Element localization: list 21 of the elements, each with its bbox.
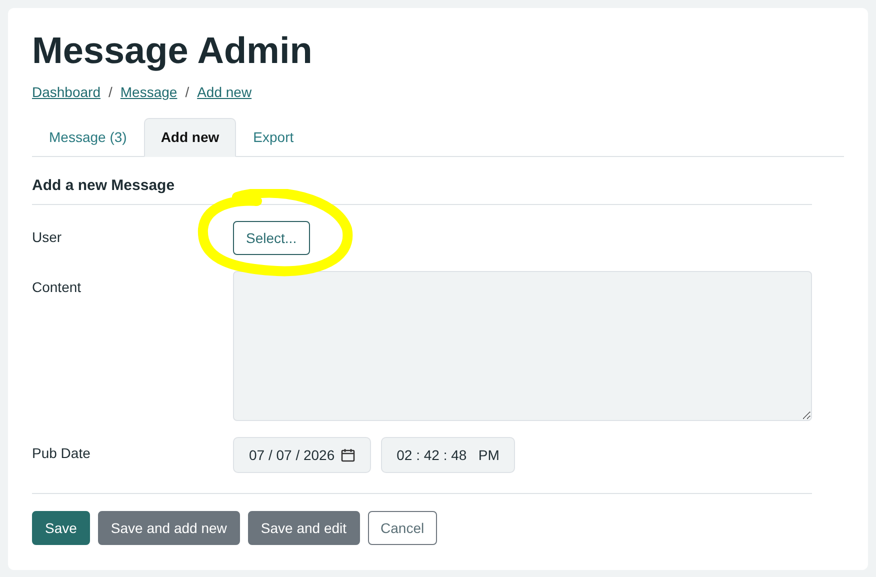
save-button[interactable]: Save and add new [98,511,240,545]
breadcrumb-separator: / [185,84,190,100]
date-field[interactable]: 07 / 07 / 2026 [233,437,371,473]
breadcrumb-separator: / [108,84,112,100]
field-label: Pub Date [32,444,92,461]
field-label: User [32,228,63,245]
tab[interactable]: Export [236,118,311,157]
save-button[interactable]: Save and edit [248,511,360,545]
time-field[interactable]: 02 : 42 : 48 PM [380,437,516,473]
save-button[interactable]: Save [32,511,90,545]
breadcrumb-link[interactable]: Dashboard [32,84,100,100]
calendar-icon[interactable] [340,448,355,462]
page-title: Message Admin [32,30,314,72]
breadcrumb-link[interactable]: Message [120,84,178,100]
tab[interactable]: Add new [144,118,236,157]
section-heading: Add a new Message [32,157,812,205]
tab[interactable]: Message (3) [32,118,144,157]
cancel-button[interactable]: Cancel [368,511,438,545]
field-label: Content [32,278,82,295]
select-button[interactable]: Select... [233,221,310,255]
breadcrumb-link[interactable]: Add new [197,84,252,100]
